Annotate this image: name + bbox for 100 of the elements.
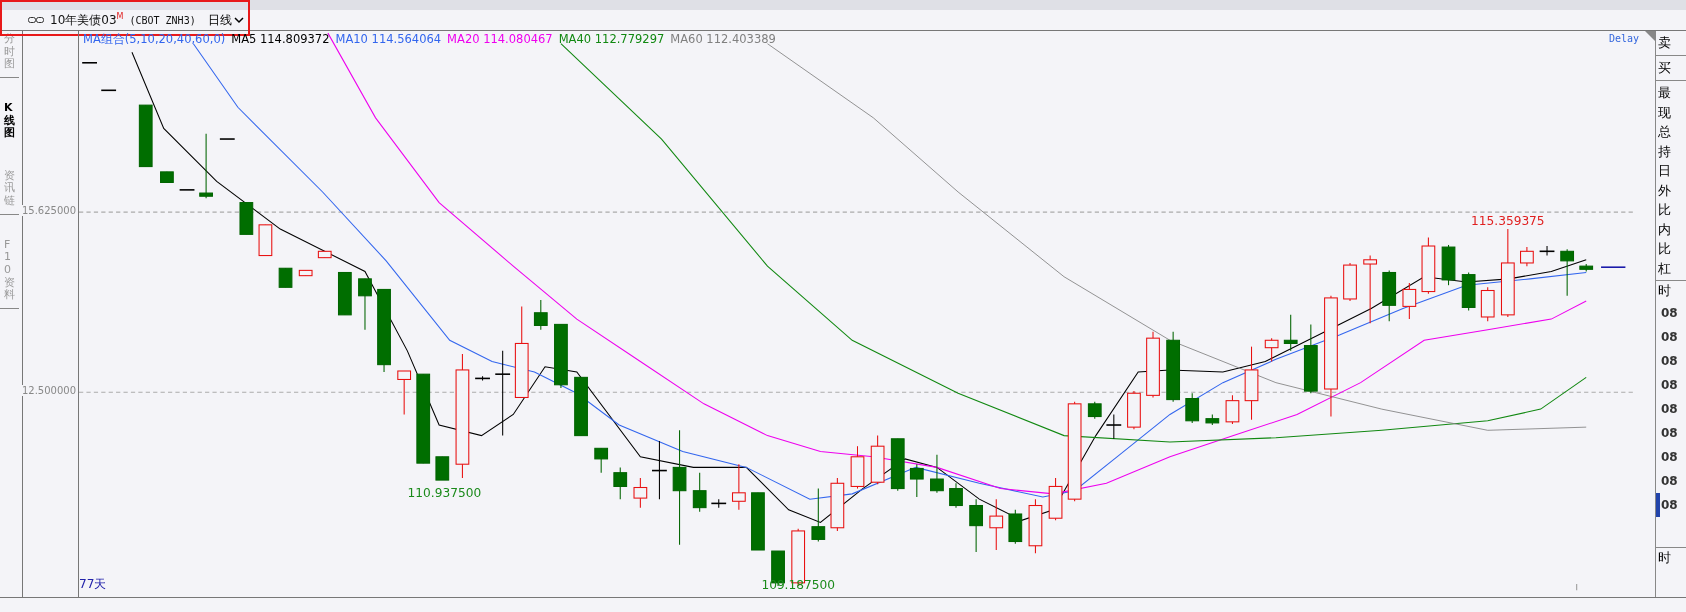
price-axis-label: 15.625000 [21,205,76,216]
candlestick [830,477,845,532]
trade-time[interactable]: 08 [1656,396,1686,421]
side-tab[interactable]: K线图 [0,95,19,146]
candlestick [633,477,648,509]
candlestick [435,456,450,481]
candlestick [358,278,372,331]
trade-time[interactable]: 08 [1656,420,1686,445]
ma-value-label: MA5 114.809372 [231,32,330,47]
quote-row-label: 日 [1657,162,1672,180]
candlestick [1048,477,1063,521]
candlestick [1480,286,1495,322]
price-label: 110.937500 [407,486,482,501]
candlestick [1225,394,1240,425]
trade-time[interactable]: 08 [1656,468,1686,493]
candlestick [1363,255,1378,324]
ma-group-selector[interactable]: MA组合(5,10,20,40,60,0) [83,32,226,47]
candlestick [732,463,746,511]
candlestick [533,299,548,331]
candlestick [474,375,491,382]
trade-header: 时 [1657,548,1672,567]
candlestick [811,488,826,543]
quote-row-label: 总 [1657,123,1672,141]
candlestick [1538,245,1556,257]
delay-label: Delay [1608,33,1639,44]
candlestick [1343,262,1357,302]
ma-value-label: MA40 112.779297 [558,32,665,47]
price-marker-line [1600,266,1627,268]
candlestick [1264,337,1279,362]
trade-time[interactable]: 08 [1656,348,1686,373]
quote-row-label: 内 [1657,220,1672,239]
candlestick [298,269,313,277]
candlestick [870,435,885,485]
candlestick [239,202,254,235]
candlestick [258,224,273,257]
trade-time[interactable]: 08 [1656,324,1686,349]
ma-value-label: MA20 114.080467 [447,32,553,47]
link-icon[interactable] [28,16,44,24]
candlestick [1008,509,1023,545]
candlestick [81,62,98,64]
candlestick [1402,282,1417,320]
quote-row-label: 比 [1657,201,1672,219]
candlestick [1205,413,1220,426]
candlestick [1127,390,1141,430]
caret-icon [233,16,244,24]
candlestick [138,104,153,168]
candlestick [1146,331,1160,398]
candlestick [1185,392,1200,424]
candlestick [1028,498,1043,554]
candlestick [1520,246,1534,267]
candlestick [692,472,707,513]
candlestick [1303,323,1318,394]
candlestick [989,498,1004,551]
candlestick [890,438,905,492]
candlestick [574,376,588,437]
trade-header: 时 [1657,282,1672,300]
trade-time[interactable]: 08 [1656,444,1686,469]
candlestick [278,267,293,288]
candlestick [178,189,196,191]
quote-row-label: 现 [1657,103,1672,122]
instrument-title: 10年美债03$^{M}$ [50,11,124,29]
order-row-label: 卖 [1656,31,1686,56]
candlestick [317,250,332,259]
candlestick [594,447,609,474]
candlestick [100,89,117,92]
candlestick [160,171,174,183]
trade-time[interactable]: 08 [1656,372,1686,397]
candlestick [930,454,944,494]
candlestick [397,370,412,415]
candlestick [850,445,865,490]
price-label: 115.359375 [1471,213,1545,228]
quote-row-label: 外 [1657,181,1672,200]
candlestick [1382,269,1397,322]
trade-time[interactable]: 08 [1656,300,1686,325]
candlestick [1283,314,1298,352]
instrument-code: (CBOT ZNH3) [129,14,196,26]
trade-time[interactable]: 08 [1656,492,1686,517]
candlestick [1105,413,1123,440]
candlestick [949,482,963,509]
ma-value-label: MA10 114.564064 [335,32,442,47]
candlestick [751,492,765,551]
candlestick [969,498,983,553]
candlestick [199,133,213,199]
quote-row-label: 比 [1657,240,1672,258]
candlestick [1461,271,1476,312]
candlestick [337,271,352,316]
candlestick [1579,263,1594,272]
candlestick [219,138,236,140]
candlestick [554,323,568,389]
candlestick [1087,401,1102,420]
candlestick [1421,237,1436,295]
candlestick [651,440,668,500]
candlestick [1560,248,1575,297]
order-row-label: 买 [1656,56,1686,81]
candlestick [710,498,727,509]
quote-row-label: 持 [1657,142,1672,161]
period-dropdown[interactable]: 日线 [201,11,244,29]
day-count-label: 77天 [79,577,107,592]
ma-value-label: MA60 112.403389 [670,32,776,47]
candlestick [1166,331,1180,403]
